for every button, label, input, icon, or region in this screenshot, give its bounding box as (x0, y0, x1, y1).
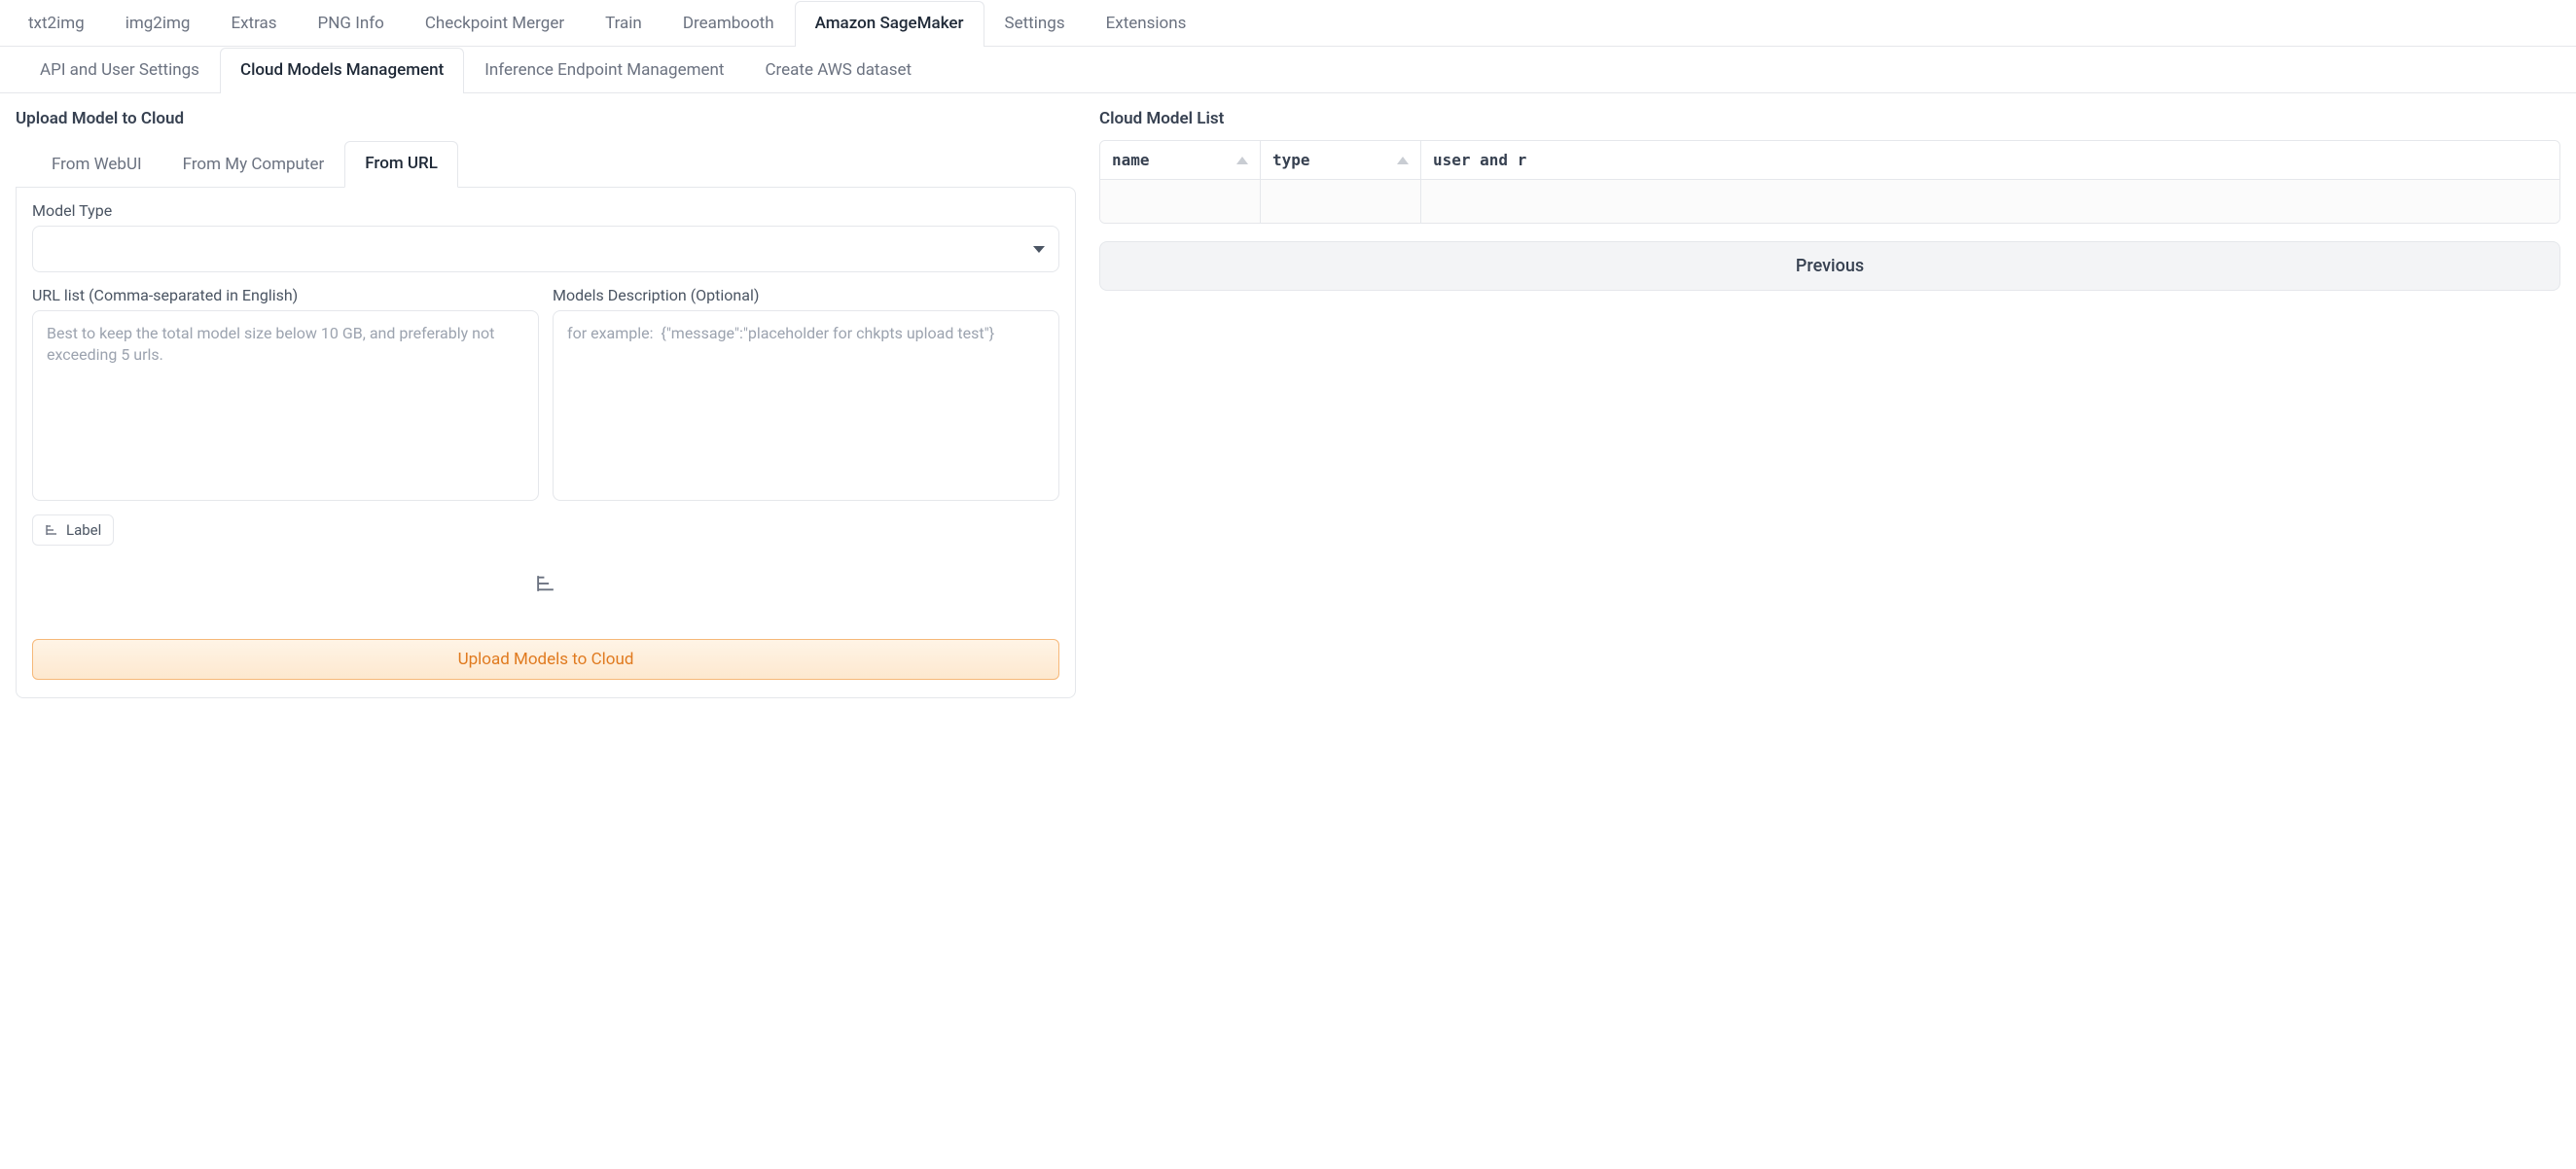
model-type-select[interactable] (32, 226, 1059, 272)
center-placeholder-icon-wrap (32, 546, 1059, 639)
sort-asc-icon (1397, 157, 1409, 164)
sort-asc-icon (1236, 157, 1248, 164)
tab-from-webui[interactable]: From WebUI (31, 142, 162, 188)
tab-extras[interactable]: Extras (210, 1, 297, 47)
model-type-group: Model Type (32, 201, 1059, 272)
tab-amazon-sagemaker[interactable]: Amazon SageMaker (795, 1, 984, 47)
tab-settings[interactable]: Settings (984, 1, 1086, 47)
tab-api-user-settings[interactable]: API and User Settings (19, 48, 220, 93)
td-user (1421, 180, 2559, 223)
tab-txt2img[interactable]: txt2img (8, 1, 105, 47)
th-user-label: user and r (1433, 151, 1526, 169)
from-url-panel: Model Type URL list (Comma-separated in … (16, 187, 1076, 698)
tab-dreambooth[interactable]: Dreambooth (662, 1, 795, 47)
tab-cloud-models-management[interactable]: Cloud Models Management (220, 48, 464, 93)
table-row (1100, 180, 2559, 223)
cloud-model-list-title: Cloud Model List (1099, 109, 2560, 128)
td-type (1261, 180, 1421, 223)
upload-section-title: Upload Model to Cloud (16, 109, 1076, 128)
tab-create-aws-dataset[interactable]: Create AWS dataset (744, 48, 932, 93)
th-name[interactable]: name (1100, 141, 1261, 180)
upload-column: Upload Model to Cloud From WebUI From My… (16, 109, 1076, 698)
sagemaker-tab-row: API and User Settings Cloud Models Manag… (0, 47, 2576, 93)
tab-extensions[interactable]: Extensions (1086, 1, 1207, 47)
upload-models-button[interactable]: Upload Models to Cloud (32, 639, 1059, 680)
tab-train[interactable]: Train (585, 1, 662, 47)
th-name-label: name (1112, 151, 1150, 169)
url-and-desc-row: URL list (Comma-separated in English) La… (32, 286, 1059, 546)
model-type-label: Model Type (32, 201, 1059, 220)
content-area: Upload Model to Cloud From WebUI From My… (0, 93, 2576, 714)
models-desc-input[interactable] (553, 310, 1059, 501)
th-type-label: type (1272, 151, 1310, 169)
tab-checkpoint-merger[interactable]: Checkpoint Merger (405, 1, 585, 47)
label-chip-text: Label (66, 521, 101, 539)
cloud-model-table: name type user and r (1099, 140, 2560, 224)
url-list-label: URL list (Comma-separated in English) (32, 286, 539, 304)
cloud-model-list-column: Cloud Model List name type user and r (1099, 109, 2560, 698)
url-list-input[interactable] (32, 310, 539, 501)
table-header-row: name type user and r (1100, 141, 2559, 180)
url-list-group: URL list (Comma-separated in English) La… (32, 286, 539, 546)
bars-icon (45, 523, 58, 537)
tab-from-my-computer[interactable]: From My Computer (162, 142, 345, 188)
models-desc-group: Models Description (Optional) (553, 286, 1059, 546)
caret-down-icon (1033, 246, 1045, 253)
models-desc-label: Models Description (Optional) (553, 286, 1059, 304)
td-name (1100, 180, 1261, 223)
previous-button[interactable]: Previous (1099, 241, 2560, 291)
tab-inference-endpoint-management[interactable]: Inference Endpoint Management (464, 48, 744, 93)
tab-from-url[interactable]: From URL (344, 141, 458, 188)
bars-icon (535, 573, 556, 594)
upload-source-tab-row: From WebUI From My Computer From URL (16, 140, 1076, 187)
th-type[interactable]: type (1261, 141, 1421, 180)
label-chip[interactable]: Label (32, 514, 114, 546)
th-user[interactable]: user and r (1421, 141, 2559, 180)
tab-img2img[interactable]: img2img (105, 1, 211, 47)
tab-png-info[interactable]: PNG Info (298, 1, 405, 47)
primary-tab-row: txt2img img2img Extras PNG Info Checkpoi… (0, 0, 2576, 47)
